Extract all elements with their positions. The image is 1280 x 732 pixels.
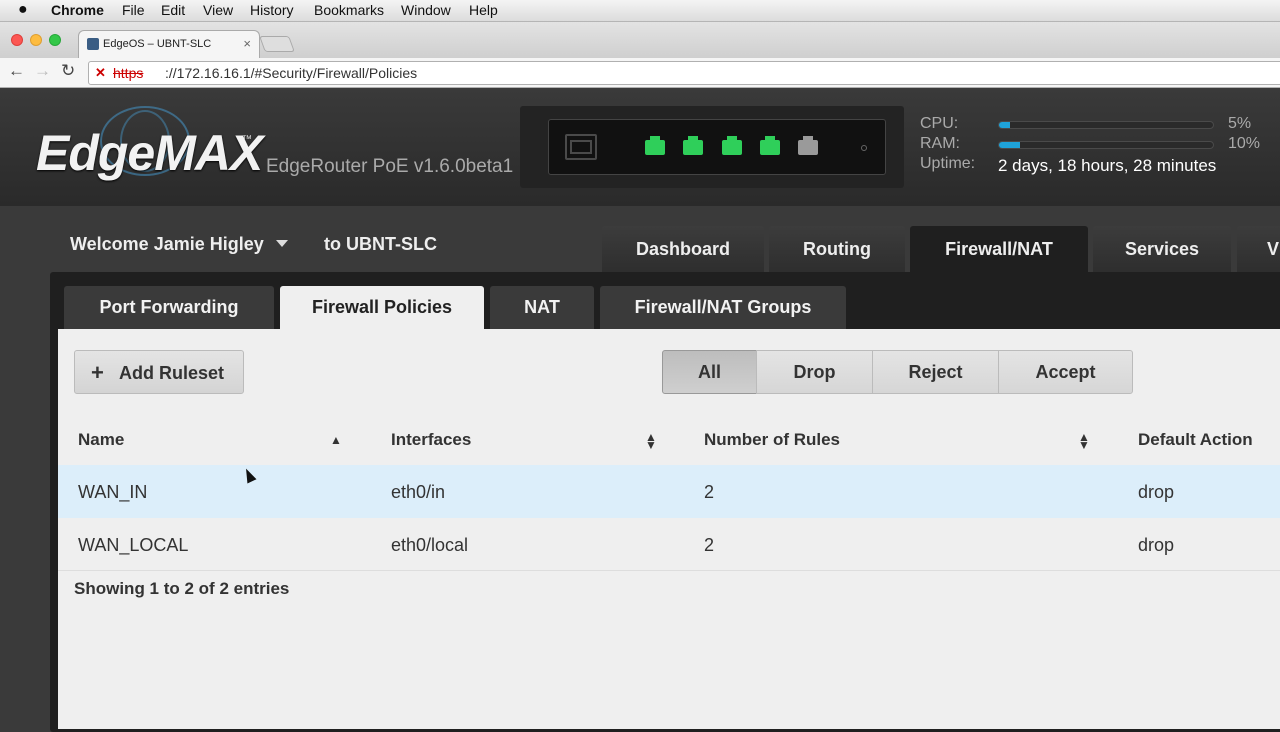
ram-bar	[998, 141, 1214, 149]
menu-app[interactable]: Chrome	[51, 2, 104, 18]
browser-toolbar: ← → ↻ ✕ https ://172.16.16.1/#Security/F…	[0, 58, 1280, 88]
menu-window[interactable]: Window	[401, 2, 451, 18]
eth1-port-icon[interactable]	[683, 136, 703, 155]
table-row[interactable]	[58, 518, 1280, 571]
table-info: Showing 1 to 2 of 2 entries	[74, 579, 290, 598]
cell-rules: 2	[704, 482, 715, 502]
router-model: EdgeRouter PoE v1.6.0beta1	[266, 156, 514, 177]
uptime-value: 2 days, 18 hours, 28 minutes	[998, 156, 1217, 175]
eth2-port-icon[interactable]	[722, 136, 742, 155]
column-header-interfaces[interactable]: Interfaces	[391, 430, 471, 450]
zoom-window-icon[interactable]	[49, 34, 61, 46]
reload-icon[interactable]: ↻	[61, 61, 75, 81]
tab-firewall-nat[interactable]: Firewall/NAT	[910, 226, 1088, 272]
column-header-default-action[interactable]: Default Action	[1138, 430, 1253, 450]
menu-bookmarks[interactable]: Bookmarks	[314, 2, 384, 18]
url-scheme: https	[113, 65, 144, 81]
status-led-icon	[861, 145, 867, 151]
plus-icon: +	[91, 360, 104, 385]
edgemax-logo: EdgeMAX	[36, 125, 263, 181]
column-header-name[interactable]: Name	[78, 430, 124, 450]
cell-name: WAN_LOCAL	[78, 535, 189, 555]
filter-drop-button[interactable]: Drop	[756, 350, 873, 394]
sort-both-icon[interactable]: ▲ ▼	[1078, 431, 1090, 451]
chevron-down-icon[interactable]	[276, 240, 288, 247]
eth0-port-icon[interactable]	[645, 136, 665, 155]
apple-icon[interactable]: ●	[18, 1, 28, 19]
cell-default-action: drop	[1138, 535, 1175, 555]
browser-tab-title: EdgeOS – UBNT-SLC	[103, 38, 212, 50]
back-icon[interactable]: ←	[8, 61, 25, 81]
cell-interfaces: eth0/in	[391, 482, 446, 502]
subtab-port-forwarding[interactable]: Port Forwarding	[64, 286, 274, 329]
menu-view[interactable]: View	[203, 2, 233, 18]
trademark: ™	[242, 134, 252, 145]
address-bar[interactable]: ✕ https ://172.16.16.1/#Security/Firewal…	[88, 61, 1280, 85]
cell-interfaces: eth0/local	[391, 535, 469, 555]
filter-all-button[interactable]: All	[662, 350, 757, 394]
eth4-port-icon[interactable]	[798, 136, 818, 155]
forward-icon[interactable]: →	[34, 61, 51, 81]
edgeos-favicon-icon	[87, 38, 99, 50]
add-ruleset-label: Add Ruleset	[119, 363, 225, 383]
menu-edit[interactable]: Edit	[161, 2, 185, 18]
sort-both-icon[interactable]: ▲ ▼	[645, 431, 657, 451]
router-hostname: to UBNT-SLC	[324, 234, 437, 254]
ram-bar-fill	[999, 142, 1021, 148]
subtab-firewall-policies[interactable]: Firewall Policies	[280, 286, 484, 329]
insecure-lock-icon[interactable]: ✕	[95, 65, 106, 81]
cell-default-action: drop	[1138, 482, 1175, 502]
close-window-icon[interactable]	[11, 34, 23, 46]
sort-ascending-icon[interactable]: ▲	[330, 434, 342, 446]
cell-rules: 2	[704, 535, 715, 555]
menu-history[interactable]: History	[250, 2, 294, 18]
cpu-bar-fill	[999, 122, 1010, 128]
menu-help[interactable]: Help	[469, 2, 498, 18]
cpu-percent: 5%	[1228, 115, 1252, 132]
menu-file[interactable]: File	[122, 2, 145, 18]
add-ruleset-button[interactable]: + Add Ruleset	[74, 350, 244, 394]
browser-tab[interactable]: EdgeOS – UBNT-SLC ×	[78, 30, 260, 58]
new-tab-button[interactable]	[259, 36, 295, 52]
menubar: ● Chrome File Edit View History Bookmark…	[0, 0, 1280, 22]
cpu-bar	[998, 121, 1214, 129]
subtab-firewall-nat-groups[interactable]: Firewall/NAT Groups	[600, 286, 846, 329]
eth3-port-icon[interactable]	[760, 136, 780, 155]
welcome-user-menu[interactable]: Welcome Jamie Higley	[70, 234, 264, 255]
filter-reject-button[interactable]: Reject	[872, 350, 999, 394]
ram-label: RAM:	[920, 135, 960, 152]
tab-routing[interactable]: Routing	[769, 226, 905, 272]
uptime-label: Uptime:	[920, 155, 976, 172]
minimize-window-icon[interactable]	[30, 34, 42, 46]
filter-accept-button[interactable]: Accept	[998, 350, 1133, 394]
close-tab-icon[interactable]: ×	[243, 36, 251, 51]
browser-tabstrip: EdgeOS – UBNT-SLC ×	[0, 22, 1280, 58]
subtab-nat[interactable]: NAT	[490, 286, 594, 329]
port-panel-inner	[548, 119, 886, 175]
cpu-label: CPU:	[920, 115, 959, 132]
table-row[interactable]	[58, 465, 1280, 518]
sfp-port-inner	[570, 140, 592, 154]
tab-services[interactable]: Services	[1093, 226, 1231, 272]
cell-name: WAN_IN	[78, 482, 148, 502]
ram-percent: 10%	[1228, 135, 1261, 152]
tab-dashboard[interactable]: Dashboard	[602, 226, 764, 272]
url-text: ://172.16.16.1/#Security/Firewall/Polici…	[165, 65, 418, 81]
column-header-rules[interactable]: Number of Rules	[704, 430, 840, 450]
tab-overflow[interactable]: V	[1237, 226, 1280, 272]
